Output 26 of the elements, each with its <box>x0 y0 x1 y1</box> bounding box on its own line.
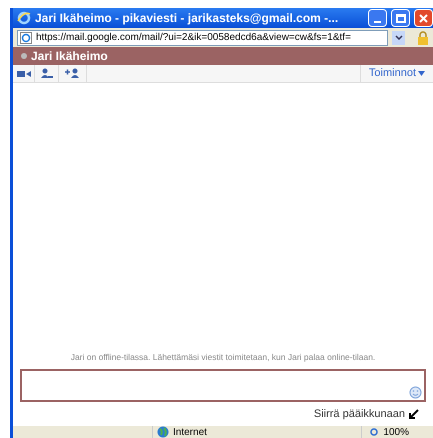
zone-text: Internet <box>173 426 207 438</box>
actions-menu[interactable]: Toiminnot <box>360 65 433 82</box>
contact-name: Jari Ikäheimo <box>31 48 108 65</box>
window-title: Jari Ikäheimo - pikaviesti - jarikasteks@gmail.com -... <box>35 10 340 27</box>
video-camera-icon <box>16 70 30 78</box>
caret-icon <box>418 71 425 76</box>
url-text: https://mail.google.com/mail/?ui=2&ik=0058edcd6a&view=cw&fs=1&tf= <box>36 31 351 44</box>
close-icon <box>419 14 428 22</box>
page-icon <box>20 32 32 44</box>
globe-icon <box>157 426 169 438</box>
pop-in-link[interactable]: Siirrä pääikkunaan <box>314 406 419 422</box>
maximize-button[interactable] <box>391 9 410 27</box>
arrow-down-left-icon <box>409 409 419 419</box>
add-person-icon <box>64 68 80 79</box>
minimize-button[interactable] <box>368 9 387 27</box>
zoom-level[interactable]: 100% <box>361 426 433 438</box>
close-button[interactable] <box>414 9 433 27</box>
chevron-down-icon <box>394 35 402 40</box>
offline-notice: Jari on offline-tilassa. Lähettämäsi viestit toimitetaan, kun Jari palaa online-tilaan. <box>70 351 376 364</box>
browser-icon <box>17 11 31 25</box>
person-icon <box>40 68 52 79</box>
dropdown-button[interactable] <box>392 30 405 44</box>
smiley-icon[interactable] <box>409 386 422 399</box>
message-field[interactable] <box>20 369 426 402</box>
lock-icon <box>417 30 429 44</box>
url-field[interactable]: https://mail.google.com/mail/?ui=2&ik=0058edcd6a&view=cw&fs=1&tf= <box>17 30 388 46</box>
